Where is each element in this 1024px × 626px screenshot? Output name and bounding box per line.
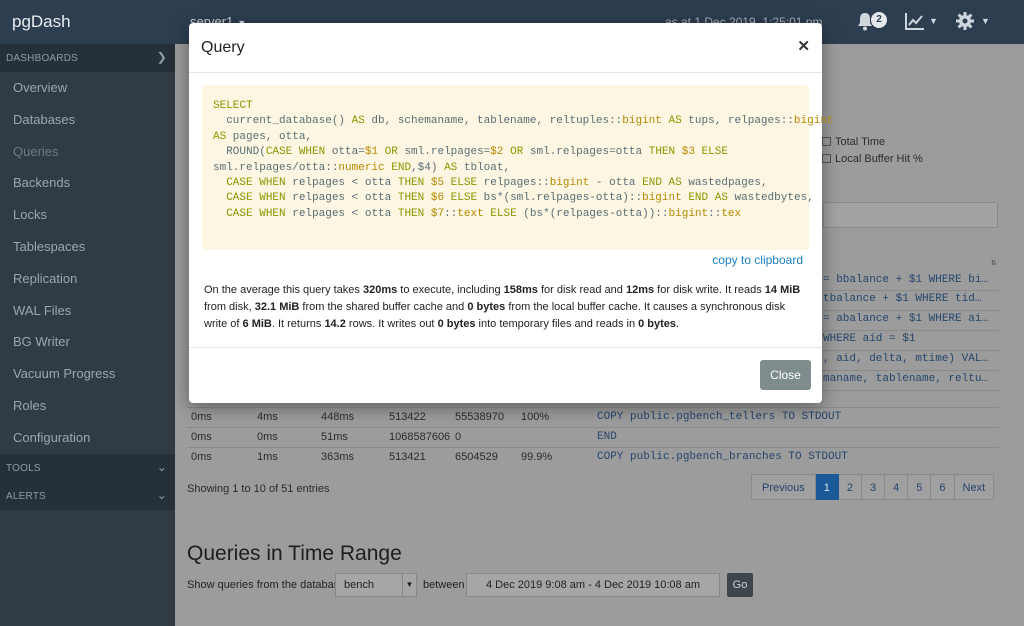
sidebar-item-queries[interactable]: Queries [0,136,175,168]
row-divider [187,407,999,408]
legend-total-time[interactable]: Total Time [822,136,885,148]
page-4[interactable]: 4 [885,474,909,500]
table-search-input[interactable] [823,202,998,228]
charts-menu[interactable] [905,12,925,33]
table-cell: 100% [521,411,550,423]
divider [189,347,822,348]
query-link[interactable]: maname, tablename, reltu… [823,373,988,385]
page-2[interactable]: 2 [838,474,863,500]
query-link[interactable]: END [597,431,617,443]
query-link[interactable]: tbalance + $1 WHERE tid… [823,293,981,305]
notifications-button[interactable]: 2 [856,10,890,34]
chevron-down-icon: ▼ [402,574,416,596]
sidebar-item-vacuum-progress[interactable]: Vacuum Progress [0,358,175,390]
date-range-input[interactable]: 4 Dec 2019 9:08 am - 4 Dec 2019 10:08 am [466,573,720,597]
sidebar-item-bg-writer[interactable]: BG Writer [0,326,175,358]
section-label: DASHBOARDS [6,53,79,64]
table-cell: 6504529 [455,451,498,463]
row-divider [187,447,999,448]
sidebar-item-wal-files[interactable]: WAL Files [0,295,175,327]
table-cell: 99.9% [521,451,553,463]
table-cell: 1068587606 [389,431,451,443]
gear-icon [956,12,974,30]
sidebar-item-replication[interactable]: Replication [0,263,175,295]
sidebar-section-alerts[interactable]: ALERTS ⌄ [0,481,175,510]
legend-label: Local Buffer Hit % [835,153,923,165]
checkbox[interactable] [822,154,831,163]
page-next[interactable]: Next [954,474,995,500]
table-cell: 0 [455,431,462,443]
line-chart-icon [905,13,924,30]
query-link[interactable]: COPY public.pgbench_branches TO STDOUT [597,451,848,463]
page-6[interactable]: 6 [931,474,955,500]
query-link[interactable]: = abalance + $1 WHERE ai… [823,313,988,325]
table-cell: 51ms [321,431,348,443]
entries-summary: Showing 1 to 10 of 51 entries [187,483,330,495]
sidebar-item-locks[interactable]: Locks [0,199,175,231]
settings-menu[interactable] [955,11,975,34]
copy-to-clipboard-link[interactable]: copy to clipboard [712,253,803,267]
query-modal: Query ✕ SELECT current_database() AS db,… [189,23,834,403]
notification-count-badge: 2 [871,12,887,28]
sidebar-item-databases[interactable]: Databases [0,104,175,136]
database-select-value: bench [344,579,374,591]
page-5[interactable]: 5 [908,474,932,500]
between-label: between [423,579,465,591]
page-1[interactable]: 1 [815,474,839,500]
modal-title: Query [201,39,245,56]
sidebar-section-dashboards[interactable]: DASHBOARDS ❯ [0,44,175,72]
sidebar-item-configuration[interactable]: Configuration [0,422,175,454]
table-cell: 448ms [321,411,355,423]
query-link[interactable]: WHERE aid = $1 [823,333,915,345]
section-heading: Queries in Time Range [187,542,402,565]
sidebar-item-tablespaces[interactable]: Tablespaces [0,231,175,263]
sidebar: DASHBOARDS ❯ Overview Databases Queries B… [0,44,175,626]
database-filter-label: Show queries from the database [187,579,346,591]
table-cell: 513422 [389,411,426,423]
section-label: TOOLS [6,462,41,474]
close-icon[interactable]: ✕ [797,37,810,55]
close-button[interactable]: Close [760,360,811,390]
section-label: ALERTS [6,490,46,502]
table-cell: 1ms [257,451,278,463]
table-cell: 0ms [257,431,278,443]
table-cell: 0ms [191,451,212,463]
chevron-down-icon: ▼ [929,16,938,26]
query-link[interactable]: , aid, delta, mtime) VAL… [823,353,988,365]
sort-icon[interactable]: ⇅ [991,258,996,268]
checkbox[interactable] [822,137,831,146]
sql-code: SELECT current_database() AS db, scheman… [213,100,834,220]
page-previous[interactable]: Previous [751,474,816,500]
query-link[interactable]: COPY public.pgbench_tellers TO STDOUT [597,411,841,423]
table-cell: 513421 [389,451,426,463]
sidebar-item-roles[interactable]: Roles [0,390,175,422]
query-stats-description: On the average this query takes 320ms to… [204,284,801,330]
table-cell: 4ms [257,411,278,423]
sidebar-item-backends[interactable]: Backends [0,167,175,199]
chevron-down-icon: ⌄ [156,487,167,502]
divider [189,72,822,73]
chevron-right-icon: ❯ [156,50,167,64]
sidebar-section-tools[interactable]: TOOLS ⌄ [0,453,175,482]
table-cell: 0ms [191,431,212,443]
row-divider [187,427,999,428]
sql-code-block: SELECT current_database() AS db, scheman… [202,85,834,250]
database-select[interactable]: bench ▼ [335,573,417,597]
brand-logo[interactable]: pgDash [12,12,71,32]
table-cell: 55538970 [455,411,504,423]
table-cell: 363ms [321,451,355,463]
query-link[interactable]: = bbalance + $1 WHERE bi… [823,274,988,286]
go-button[interactable]: Go [727,573,753,597]
sidebar-item-overview[interactable]: Overview [0,72,175,104]
page-3[interactable]: 3 [862,474,886,500]
chevron-down-icon: ▼ [981,16,990,26]
legend-local-buffer-hit[interactable]: Local Buffer Hit % [822,153,923,165]
chevron-down-icon: ⌄ [156,459,167,474]
pagination: Previous 1 2 3 4 5 6 Next [751,474,995,500]
table-cell: 0ms [191,411,212,423]
legend-label: Total Time [835,136,886,148]
